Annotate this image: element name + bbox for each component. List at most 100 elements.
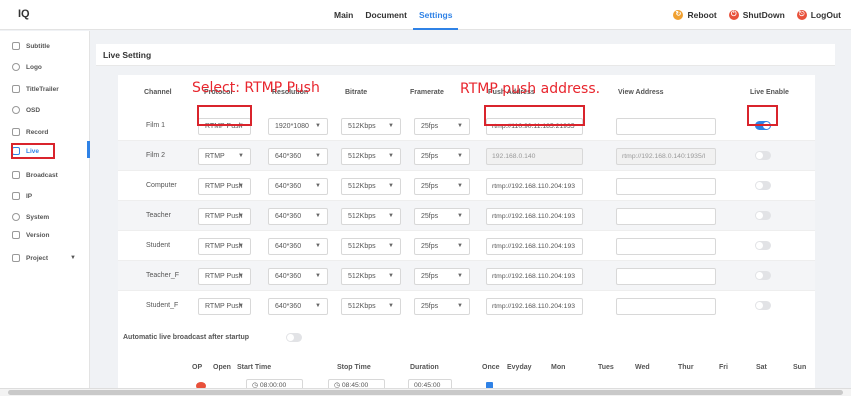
logout-button[interactable]: ⎋ LogOut xyxy=(796,10,841,20)
bitrate-value: 512Kbps xyxy=(348,153,376,160)
chevron-down-icon: ▼ xyxy=(315,273,321,279)
bitrate-select[interactable]: 512Kbps ▼ xyxy=(341,268,401,285)
bitrate-value: 512Kbps xyxy=(348,123,376,130)
channel-name: Teacher_F xyxy=(146,272,180,279)
bitrate-value: 512Kbps xyxy=(348,303,376,310)
schedule-col-header: Start Time xyxy=(237,364,272,371)
shutdown-button[interactable]: ⏻ ShutDown xyxy=(728,10,785,20)
view-address-input[interactable] xyxy=(616,268,716,285)
protocol-select[interactable]: RTMP Push ▼ xyxy=(198,268,251,285)
framerate-value: 25fps xyxy=(421,273,439,280)
sidebar-item-broadcast[interactable]: Broadcast xyxy=(12,168,58,182)
chevron-down-icon: ▼ xyxy=(315,303,321,309)
sidebar-item-ip[interactable]: IP xyxy=(12,189,32,203)
framerate-value: 25fps xyxy=(421,153,439,160)
bitrate-select[interactable]: 512Kbps ▼ xyxy=(341,178,401,195)
sidebar-item-version[interactable]: Version xyxy=(12,228,49,242)
horizontal-scrollbar[interactable] xyxy=(0,388,851,396)
live-enable-toggle[interactable] xyxy=(755,241,771,250)
push-address-input[interactable]: 192.168.0.140 xyxy=(486,148,583,165)
chevron-down-icon: ▼ xyxy=(238,183,244,189)
view-address-input[interactable]: rtmp://192.168.0.140:1935/l xyxy=(616,148,716,165)
schedule-col-header: OP xyxy=(192,364,203,371)
framerate-select[interactable]: 25fps ▼ xyxy=(414,178,470,195)
resolution-select[interactable]: 640*360 ▼ xyxy=(268,178,328,195)
resolution-select[interactable]: 640*360 ▼ xyxy=(268,268,328,285)
framerate-select[interactable]: 25fps ▼ xyxy=(414,268,470,285)
logout-label: LogOut xyxy=(810,10,841,20)
bitrate-select[interactable]: 512Kbps ▼ xyxy=(341,298,401,315)
sidebar-item-subtitle[interactable]: Subtitle xyxy=(12,39,50,53)
reboot-button[interactable]: ↻ Reboot xyxy=(673,10,717,20)
resolution-select[interactable]: 640*360 ▼ xyxy=(268,148,328,165)
framerate-select[interactable]: 25fps ▼ xyxy=(414,118,470,135)
live-enable-toggle[interactable] xyxy=(755,211,771,220)
bitrate-value: 512Kbps xyxy=(348,213,376,220)
sidebar-item-titletrailer[interactable]: TitleTrailer xyxy=(12,82,59,96)
view-address-input[interactable] xyxy=(616,178,716,195)
view-address-input[interactable] xyxy=(616,298,716,315)
protocol-value: RTMP Push xyxy=(205,303,243,310)
framerate-value: 25fps xyxy=(421,213,439,220)
chevron-down-icon: ▼ xyxy=(315,183,321,189)
push-address-input[interactable]: rtmp://192.168.110.204:193 xyxy=(486,208,583,225)
table-row: Computer RTMP Push ▼ 640*360 ▼ 512Kbps ▼ 25fps ▼… xyxy=(118,171,815,201)
sidebar-item-label: Project xyxy=(26,254,49,262)
push-address-input[interactable]: rtmp://192.168.110.204:193 xyxy=(486,298,583,315)
sidebar: Subtitle Logo TitleTrailer OSD Record Li… xyxy=(0,31,90,388)
live-enable-toggle[interactable] xyxy=(755,151,771,160)
scrollbar-thumb[interactable] xyxy=(8,390,843,395)
push-address-input[interactable]: rtmp://192.168.110.204:193 xyxy=(486,238,583,255)
sidebar-item-system[interactable]: System xyxy=(12,210,49,224)
framerate-select[interactable]: 25fps ▼ xyxy=(414,148,470,165)
live-enable-toggle[interactable] xyxy=(755,271,771,280)
clock-icon xyxy=(12,106,20,114)
auto-live-section: Automatic live broadcast after startup O… xyxy=(118,320,815,393)
sidebar-item-record[interactable]: Record xyxy=(12,125,48,139)
view-address-input[interactable] xyxy=(616,118,716,135)
bitrate-select[interactable]: 512Kbps ▼ xyxy=(341,148,401,165)
sidebar-item-logo[interactable]: Logo xyxy=(12,60,42,74)
protocol-select[interactable]: RTMP ▼ xyxy=(198,148,251,165)
protocol-select[interactable]: RTMP Push ▼ xyxy=(198,178,251,195)
live-enable-toggle[interactable] xyxy=(755,181,771,190)
sidebar-item-project[interactable]: Project ▼ xyxy=(12,251,76,265)
highlight-protocol-box xyxy=(197,105,252,126)
resolution-select[interactable]: 640*360 ▼ xyxy=(268,238,328,255)
framerate-select[interactable]: 25fps ▼ xyxy=(414,238,470,255)
resolution-select[interactable]: 640*360 ▼ xyxy=(268,208,328,225)
push-address-input[interactable]: rtmp://192.168.110.204:193 xyxy=(486,268,583,285)
resolution-select[interactable]: 1920*1080 ▼ xyxy=(268,118,328,135)
chevron-down-icon: ▼ xyxy=(388,153,394,159)
resolution-select[interactable]: 640*360 ▼ xyxy=(268,298,328,315)
chevron-down-icon: ▼ xyxy=(457,183,463,189)
auto-live-toggle[interactable] xyxy=(286,333,302,342)
push-address-input[interactable]: rtmp://192.168.110.204:193 xyxy=(486,178,583,195)
subtitle-icon xyxy=(12,42,20,50)
gear-icon xyxy=(12,213,20,221)
nav-document[interactable]: Document xyxy=(359,0,413,30)
chevron-down-icon: ▼ xyxy=(457,213,463,219)
table-row: Film 2 RTMP ▼ 640*360 ▼ 512Kbps ▼ 25fps ▼ 192.168… xyxy=(118,141,815,171)
protocol-select[interactable]: RTMP Push ▼ xyxy=(198,208,251,225)
framerate-select[interactable]: 25fps ▼ xyxy=(414,208,470,225)
live-table: Channel Protocol Resolution Bitrate Fram… xyxy=(118,75,815,337)
protocol-select[interactable]: RTMP Push ▼ xyxy=(198,238,251,255)
protocol-select[interactable]: RTMP Push ▼ xyxy=(198,298,251,315)
view-address-input[interactable] xyxy=(616,238,716,255)
monitor-icon xyxy=(12,192,20,200)
live-enable-toggle[interactable] xyxy=(755,301,771,310)
framerate-value: 25fps xyxy=(421,123,439,130)
view-address-input[interactable] xyxy=(616,208,716,225)
bitrate-select[interactable]: 512Kbps ▼ xyxy=(341,238,401,255)
highlight-live-enable-box xyxy=(747,105,778,126)
bitrate-select[interactable]: 512Kbps ▼ xyxy=(341,118,401,135)
nav-settings[interactable]: Settings xyxy=(412,0,459,30)
sidebar-item-osd[interactable]: OSD xyxy=(12,103,40,117)
chevron-down-icon: ▼ xyxy=(315,123,321,129)
nav-main[interactable]: Main xyxy=(328,0,359,30)
chevron-down-icon: ▼ xyxy=(457,303,463,309)
framerate-select[interactable]: 25fps ▼ xyxy=(414,298,470,315)
bitrate-select[interactable]: 512Kbps ▼ xyxy=(341,208,401,225)
resolution-value: 640*360 xyxy=(275,273,302,280)
